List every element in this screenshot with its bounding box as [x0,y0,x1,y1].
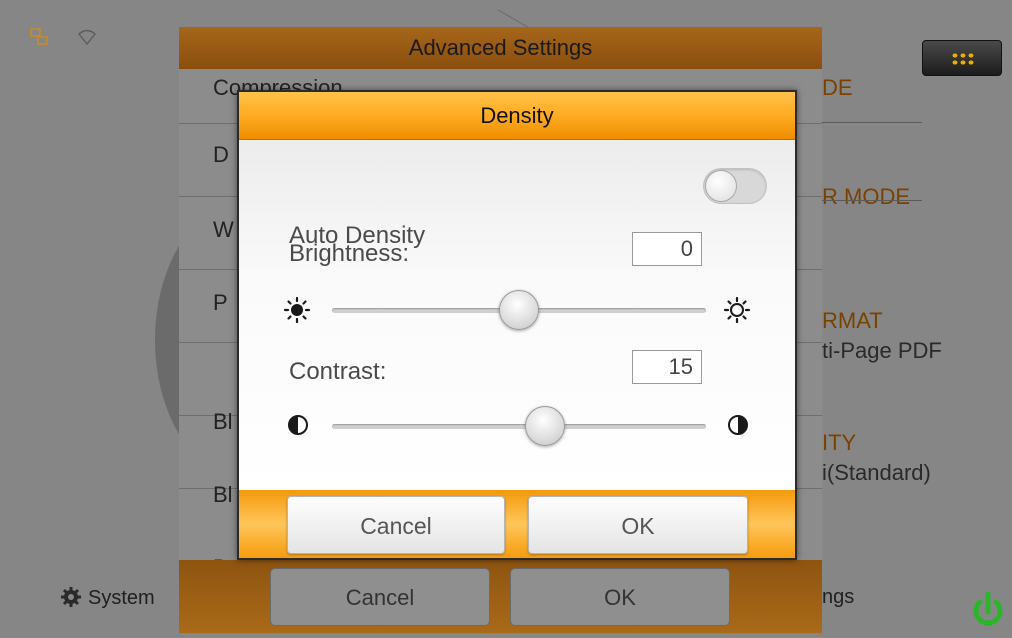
contrast-slider-thumb[interactable] [525,406,566,446]
contrast-high-icon [728,415,748,435]
settings-row-label: W [213,217,234,242]
advanced-settings-header: Advanced Settings [179,27,822,69]
density-dialog: Density Auto Density Brightness: 0 Contr… [237,90,797,560]
brightness-slider-thumb[interactable] [499,290,539,330]
option-label[interactable]: R MODE [822,184,910,210]
settings-row-label: P [213,290,228,315]
option-label[interactable]: ITY [822,430,856,456]
system-label: System [88,587,155,609]
brightness-high-icon [723,296,751,324]
settings-label[interactable]: ngs [822,586,854,609]
wifi-icon [78,29,96,46]
gear-icon [61,587,81,607]
menu-button[interactable] [922,40,1002,76]
density-dialog-footer: Cancel OK [239,490,795,558]
option-label[interactable]: RMAT [822,308,883,334]
contrast-label: Contrast: [289,358,387,385]
auto-density-toggle[interactable] [703,168,767,204]
divider [822,122,922,123]
contrast-slider-track[interactable] [332,424,706,429]
brightness-value-field[interactable]: 0 [632,232,702,266]
toggle-knob[interactable] [705,170,737,202]
contrast-low-icon [288,415,308,435]
power-icon[interactable] [970,590,1006,632]
advanced-cancel-button[interactable]: Cancel [270,568,490,626]
option-value: ti-Page PDF [822,338,942,363]
divider [822,200,922,201]
settings-row-label: D [213,142,229,167]
system-settings-button[interactable]: System [60,586,155,610]
advanced-ok-button[interactable]: OK [510,568,730,626]
advanced-settings-footer: Cancel OK [179,560,822,633]
option-label[interactable]: DE [822,75,853,101]
density-dialog-title: Density [480,103,554,128]
grid-icon [951,52,975,66]
option-value: i(Standard) [822,460,931,485]
density-dialog-header: Density [239,92,795,140]
advanced-settings-title: Advanced Settings [408,35,593,60]
network-icon [30,28,48,45]
contrast-value-field[interactable]: 15 [632,350,702,384]
density-ok-button[interactable]: OK [528,496,748,554]
density-cancel-button[interactable]: Cancel [287,496,505,554]
density-dialog-body: Auto Density Brightness: 0 Contrast: 15 [239,140,795,490]
brightness-low-icon [283,296,311,324]
brightness-label: Brightness: [289,240,410,267]
